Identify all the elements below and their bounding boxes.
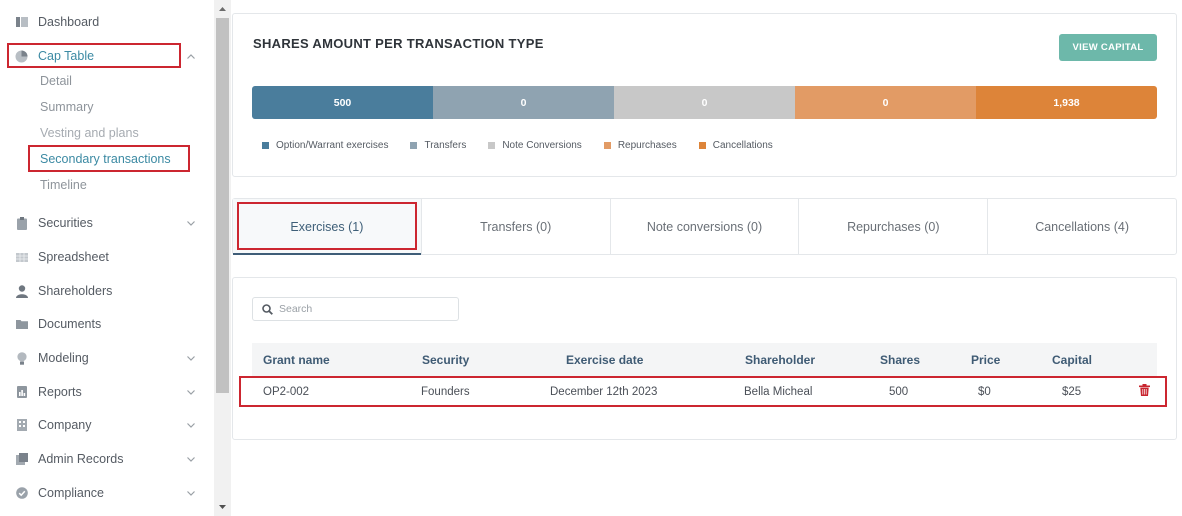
- legend-item[interactable]: Note Conversions: [488, 140, 582, 151]
- search-input[interactable]: [279, 303, 449, 315]
- view-capital-button[interactable]: VIEW CAPITAL: [1059, 34, 1157, 61]
- tab-note-conversions[interactable]: Note conversions (0): [611, 199, 800, 254]
- sidebar-item-spreadsheet[interactable]: Spreadsheet: [0, 244, 214, 270]
- legend-label: Cancellations: [712, 140, 773, 151]
- bar-segment-note-conversions: 0: [614, 86, 795, 119]
- sidebar-subitem-summary[interactable]: Summary: [40, 100, 93, 114]
- chart-title: SHARES AMOUNT PER TRANSACTION TYPE: [253, 36, 544, 51]
- sidebar-item-label: Reports: [38, 385, 82, 399]
- bar-segment-transfers: 0: [433, 86, 614, 119]
- person-icon: [15, 284, 28, 298]
- sidebar-item-label: Compliance: [38, 486, 105, 500]
- chevron-down-icon[interactable]: [186, 387, 196, 397]
- bar-segment-repurchases: 0: [795, 86, 976, 119]
- legend-swatch: [603, 142, 611, 149]
- highlight-box: [7, 43, 181, 68]
- sidebar-item-compliance[interactable]: Compliance: [0, 480, 214, 506]
- sidebar-item-label: Modeling: [38, 351, 89, 365]
- table-header: Grant name Security Exercise date Shareh…: [252, 343, 1157, 376]
- legend-item[interactable]: Transfers: [410, 140, 466, 151]
- bar-segment-cancellations: 1,938: [976, 86, 1157, 119]
- legend-swatch: [262, 142, 269, 149]
- scroll-down-arrow-icon[interactable]: [216, 501, 229, 513]
- search-box[interactable]: [252, 297, 459, 321]
- legend-label: Option/Warrant exercises: [276, 140, 389, 151]
- dashboard-icon: [15, 16, 28, 29]
- sidebar-item-reports[interactable]: Reports: [0, 379, 214, 405]
- sidebar-item-label: Admin Records: [38, 452, 124, 466]
- table-card: Grant name Security Exercise date Shareh…: [232, 277, 1177, 440]
- chevron-down-icon[interactable]: [186, 454, 196, 464]
- legend-swatch: [488, 142, 496, 149]
- column-header-security[interactable]: Security: [422, 343, 469, 376]
- legend-label: Note Conversions: [502, 140, 582, 151]
- chevron-down-icon[interactable]: [186, 488, 196, 498]
- chevron-down-icon[interactable]: [186, 218, 196, 228]
- sidebar-item-securities[interactable]: Securities: [0, 210, 214, 236]
- tab-cancellations[interactable]: Cancellations (4): [988, 199, 1176, 254]
- column-header-grant-name[interactable]: Grant name: [263, 343, 330, 376]
- highlight-box: [237, 202, 417, 250]
- sidebar-item-documents[interactable]: Documents: [0, 311, 214, 337]
- legend-item[interactable]: Repurchases: [603, 140, 677, 151]
- sidebar-item-label: Securities: [38, 216, 93, 230]
- sidebar-item-label: Dashboard: [38, 15, 100, 29]
- lightbulb-icon: [15, 351, 28, 365]
- records-icon: [15, 453, 28, 466]
- clipboard-icon: [15, 216, 28, 230]
- highlight-box: [239, 376, 1167, 407]
- legend-label: Repurchases: [617, 140, 677, 151]
- tab-repurchases[interactable]: Repurchases (0): [799, 199, 989, 254]
- sidebar-item-shareholders[interactable]: Shareholders: [0, 278, 214, 304]
- sidebar-subitem-timeline[interactable]: Timeline: [40, 178, 87, 192]
- column-header-exercise-date[interactable]: Exercise date: [566, 343, 643, 376]
- sidebar-item-company[interactable]: Company: [0, 412, 214, 438]
- spreadsheet-icon: [15, 251, 28, 264]
- scrollbar-thumb[interactable]: [216, 18, 229, 393]
- tab-transfers[interactable]: Transfers (0): [422, 199, 611, 254]
- chart-card: SHARES AMOUNT PER TRANSACTION TYPE VIEW …: [232, 13, 1177, 177]
- stacked-bar: 500 0 0 0 1,938: [252, 86, 1157, 119]
- sidebar-item-label: Spreadsheet: [38, 250, 109, 264]
- building-icon: [15, 419, 28, 432]
- column-header-capital[interactable]: Capital: [1052, 343, 1092, 376]
- sidebar-subitem-vesting-and-plans[interactable]: Vesting and plans: [40, 126, 139, 140]
- column-header-shares[interactable]: Shares: [880, 343, 920, 376]
- sidebar-item-label: Shareholders: [38, 284, 113, 298]
- scroll-up-arrow-icon[interactable]: [216, 3, 229, 15]
- legend-item[interactable]: Option/Warrant exercises: [262, 140, 388, 151]
- chevron-down-icon[interactable]: [186, 420, 196, 430]
- sidebar-item-label: Company: [38, 418, 92, 432]
- search-icon: [261, 303, 273, 315]
- highlight-box: [28, 145, 190, 172]
- sidebar-item-label: Documents: [38, 317, 102, 331]
- legend-item[interactable]: Cancellations: [698, 140, 773, 151]
- legend-swatch: [410, 142, 418, 149]
- sidebar-subitem-detail[interactable]: Detail: [40, 74, 72, 88]
- check-badge-icon: [15, 487, 28, 500]
- chevron-down-icon[interactable]: [186, 353, 196, 363]
- legend-swatch: [698, 142, 706, 149]
- bar-segment-exercises: 500: [252, 86, 433, 119]
- sidebar-item-dashboard[interactable]: Dashboard: [0, 9, 214, 35]
- chevron-up-icon[interactable]: [186, 51, 196, 61]
- folder-icon: [15, 318, 28, 331]
- column-header-shareholder[interactable]: Shareholder: [745, 343, 815, 376]
- column-header-price[interactable]: Price: [971, 343, 1000, 376]
- sidebar-item-admin-records[interactable]: Admin Records: [0, 446, 214, 472]
- chart-legend: Option/Warrant exercises Transfers Note …: [262, 140, 795, 151]
- report-icon: [15, 386, 28, 399]
- sidebar-item-modeling[interactable]: Modeling: [0, 345, 214, 371]
- legend-label: Transfers: [424, 140, 467, 151]
- sidebar: Dashboard Cap Table Detail Summary Vesti…: [0, 0, 214, 516]
